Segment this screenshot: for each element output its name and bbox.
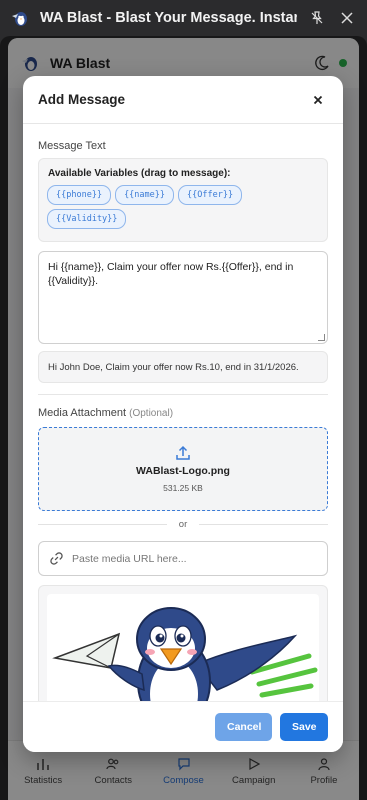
divider: [38, 394, 328, 395]
media-attachment-label: Media Attachment (Optional): [38, 407, 328, 419]
separator-line: [199, 524, 329, 525]
modal-content[interactable]: Message Text Available Variables (drag t…: [23, 124, 343, 701]
optional-tag: (Optional): [129, 408, 174, 419]
variables-panel: Available Variables (drag to message): {…: [38, 158, 328, 242]
modal-title: Add Message: [38, 92, 126, 107]
message-text: Hi {{name}}, Claim your offer now Rs.{{O…: [48, 261, 294, 287]
media-url-input[interactable]: [72, 552, 317, 565]
variable-chip-validity[interactable]: {{Validity}}: [47, 209, 127, 229]
resize-handle[interactable]: [318, 334, 325, 341]
link-icon: [50, 552, 63, 565]
media-preview-image: [47, 594, 319, 701]
window-title: WA Blast - Blast Your Message. Instan: [40, 10, 297, 26]
message-text-label: Message Text: [38, 140, 106, 152]
modal-footer: Cancel Save: [23, 701, 343, 752]
file-size: 531.25 KB: [163, 483, 203, 493]
variable-chips: {{phone}} {{name}} {{Offer}} {{Validity}…: [47, 185, 319, 229]
variable-chip-offer[interactable]: {{Offer}}: [178, 185, 243, 205]
media-dropzone[interactable]: WABlast-Logo.png 531.25 KB: [38, 427, 328, 511]
media-label-text: Media Attachment: [38, 407, 127, 419]
add-message-modal: Add Message Message Text Available Varia…: [23, 76, 343, 752]
message-preview: Hi John Doe, Claim your offer now Rs.10,…: [38, 351, 328, 383]
or-separator: or: [38, 519, 329, 530]
app-logo-icon: [12, 12, 27, 26]
upload-icon: [176, 445, 190, 460]
variable-chip-name[interactable]: {{name}}: [115, 185, 175, 205]
modal-close-button[interactable]: [308, 90, 328, 110]
cancel-button[interactable]: Cancel: [215, 713, 272, 741]
separator-line: [38, 524, 167, 525]
unpin-button[interactable]: [307, 8, 327, 28]
variable-chip-phone[interactable]: {{phone}}: [47, 185, 112, 205]
variables-title: Available Variables (drag to message):: [48, 168, 231, 179]
file-name: WABlast-Logo.png: [136, 465, 230, 477]
media-url-field[interactable]: [38, 541, 328, 576]
pin-off-icon: [311, 11, 323, 24]
media-preview: [38, 585, 328, 701]
message-textarea[interactable]: Hi {{name}}, Claim your offer now Rs.{{O…: [38, 251, 328, 344]
or-text: or: [178, 519, 188, 530]
preview-text: Hi John Doe, Claim your offer now Rs.10,…: [48, 361, 299, 373]
save-button[interactable]: Save: [280, 713, 328, 741]
window-close-button[interactable]: [337, 8, 357, 28]
mascot-image: [52, 607, 318, 701]
window-titlebar: WA Blast - Blast Your Message. Instan: [0, 0, 367, 36]
close-icon: [341, 12, 353, 24]
modal-header: Add Message: [23, 76, 343, 124]
close-icon: [313, 95, 323, 104]
